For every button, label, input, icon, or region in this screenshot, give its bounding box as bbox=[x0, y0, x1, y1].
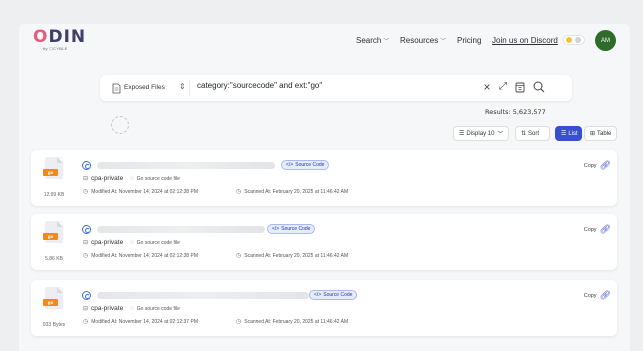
go-file-icon: go bbox=[43, 287, 63, 309]
chevron-down-icon: ﹀ bbox=[497, 132, 504, 138]
logo-wordmark: ODIN bbox=[33, 27, 87, 47]
modified-at: Modified At: November 14, 2024 at 02:12:… bbox=[91, 252, 198, 259]
scanned-at: Scanned At: February 20, 2025 at 11:46:4… bbox=[244, 188, 349, 195]
file-icon bbox=[112, 83, 121, 94]
scanned-at: Scanned At: February 20, 2025 at 11:46:4… bbox=[244, 252, 349, 259]
file-size: 5.86 KB bbox=[45, 256, 63, 262]
updown-chevron-icon[interactable]: ⇕ bbox=[179, 82, 186, 91]
list-label: List bbox=[568, 130, 578, 137]
repo-icon: ⊟ bbox=[83, 306, 89, 312]
nav-discord-link[interactable]: Join us on Discord bbox=[492, 36, 558, 45]
file-description: Go source code file bbox=[136, 175, 180, 182]
search-icon[interactable] bbox=[532, 80, 546, 94]
display-count-dropdown[interactable]: ☰ Display 10 ﹀ bbox=[453, 126, 509, 141]
git-icon bbox=[82, 225, 91, 234]
result-card[interactable]: go 5.86 KB </> Source Code ⊟ cpa-private … bbox=[31, 214, 617, 270]
chevron-down-icon: ﹀ bbox=[440, 39, 447, 45]
search-input[interactable] bbox=[197, 81, 467, 90]
expand-icon[interactable]: ⤢ bbox=[496, 80, 510, 94]
category-badge: </> Source Code bbox=[309, 290, 358, 300]
redacted-file-path[interactable] bbox=[97, 226, 265, 233]
rows-icon: ☰ bbox=[459, 131, 465, 137]
loading-spinner bbox=[111, 116, 129, 134]
sort-label: Sort bbox=[528, 130, 540, 137]
clock-icon: ◷ bbox=[83, 319, 89, 325]
toggle-knob bbox=[575, 37, 581, 43]
globe-icon: ◌ bbox=[130, 305, 134, 312]
results-count: Results: 5,623,577 bbox=[485, 108, 546, 116]
repo-icon: ⊟ bbox=[83, 176, 89, 182]
go-file-icon: go bbox=[43, 157, 63, 179]
result-card[interactable]: go 933 Bytes </> Source Code ⊟ cpa-privat… bbox=[31, 280, 617, 336]
globe-icon: ◌ bbox=[130, 175, 134, 182]
result-card[interactable]: go 12.99 KB </> Source Code ⊟ cpa-private… bbox=[31, 150, 617, 206]
redacted-file-path[interactable] bbox=[97, 292, 309, 299]
nav-resources-label: Resources bbox=[400, 36, 439, 45]
search-type-select[interactable]: Exposed Files bbox=[124, 84, 165, 91]
clock-icon: ◷ bbox=[236, 319, 242, 325]
modified-at: Modified At: November 14, 2024 at 02:12:… bbox=[91, 188, 198, 195]
file-ext-tag: go bbox=[43, 233, 58, 240]
category-badge: </> Source Code bbox=[281, 160, 330, 170]
scanned-at: Scanned At: February 20, 2025 at 11:46:4… bbox=[244, 318, 349, 325]
sun-icon bbox=[566, 37, 572, 43]
file-description: Go source code file bbox=[136, 305, 180, 312]
copy-button[interactable]: Copy 🔗︎ bbox=[584, 224, 611, 235]
logo-subtitle: by ⬡CYBLE bbox=[43, 46, 68, 51]
git-icon bbox=[82, 161, 91, 170]
file-ext-tag: go bbox=[43, 299, 58, 306]
table-view-button[interactable]: ⊞ Table bbox=[584, 126, 617, 141]
sort-icon: ⇅ bbox=[521, 131, 527, 137]
table-label: Table bbox=[597, 130, 612, 137]
repo-name[interactable]: cpa-private bbox=[91, 239, 123, 246]
link-icon: 🔗︎ bbox=[599, 224, 611, 234]
clear-icon[interactable]: × bbox=[480, 80, 494, 94]
odin-logo[interactable]: ODIN by ⬡CYBLE bbox=[33, 27, 85, 53]
nav-resources[interactable]: Resources ﹀ bbox=[400, 36, 446, 45]
code-icon: </> bbox=[286, 162, 294, 168]
theme-toggle[interactable] bbox=[563, 35, 585, 45]
category-badge: </> Source Code bbox=[267, 224, 316, 234]
sort-button[interactable]: ⇅ Sort bbox=[515, 126, 550, 141]
table-icon: ⊞ bbox=[590, 131, 596, 137]
repo-name[interactable]: cpa-private bbox=[91, 305, 123, 312]
globe-icon: ◌ bbox=[130, 239, 134, 246]
chevron-down-icon: ﹀ bbox=[383, 39, 390, 45]
list-icon: ☰ bbox=[561, 131, 567, 137]
modified-at: Modified At: November 14, 2024 at 02:12:… bbox=[91, 318, 198, 325]
nav-search[interactable]: Search ﹀ bbox=[356, 36, 389, 45]
avatar[interactable]: AM bbox=[595, 30, 616, 51]
redacted-file-path[interactable] bbox=[97, 162, 275, 169]
go-file-icon: go bbox=[43, 221, 63, 243]
display-label: Display 10 bbox=[466, 130, 495, 137]
header: ODIN by ⬡CYBLE Search ﹀ Resources ﹀ Pricin… bbox=[19, 24, 630, 60]
file-size: 933 Bytes bbox=[42, 322, 66, 328]
link-icon: 🔗︎ bbox=[599, 160, 611, 170]
git-icon bbox=[82, 291, 91, 300]
nav-pricing[interactable]: Pricing bbox=[457, 36, 481, 45]
repo-icon: ⊟ bbox=[83, 240, 89, 246]
code-icon: </> bbox=[314, 292, 322, 298]
clock-icon: ◷ bbox=[83, 189, 89, 195]
clock-icon: ◷ bbox=[236, 189, 242, 195]
copy-button[interactable]: Copy 🔗︎ bbox=[584, 290, 611, 301]
file-ext-tag: go bbox=[43, 169, 58, 176]
file-size: 12.99 KB bbox=[43, 192, 65, 198]
page: ODIN by ⬡CYBLE Search ﹀ Resources ﹀ Pricin… bbox=[19, 24, 630, 351]
file-description: Go source code file bbox=[136, 239, 180, 246]
search-bar: Exposed Files ⇕ × ⤢ bbox=[100, 75, 572, 101]
clock-icon: ◷ bbox=[236, 253, 242, 259]
nav-search-label: Search bbox=[356, 36, 382, 45]
calendar-icon[interactable] bbox=[513, 80, 527, 94]
code-icon: </> bbox=[272, 226, 280, 232]
link-icon: 🔗︎ bbox=[599, 290, 611, 300]
clock-icon: ◷ bbox=[83, 253, 89, 259]
copy-button[interactable]: Copy 🔗︎ bbox=[584, 160, 611, 171]
repo-name[interactable]: cpa-private bbox=[91, 175, 123, 182]
divider bbox=[189, 80, 190, 96]
list-view-button[interactable]: ☰ List bbox=[555, 126, 582, 141]
